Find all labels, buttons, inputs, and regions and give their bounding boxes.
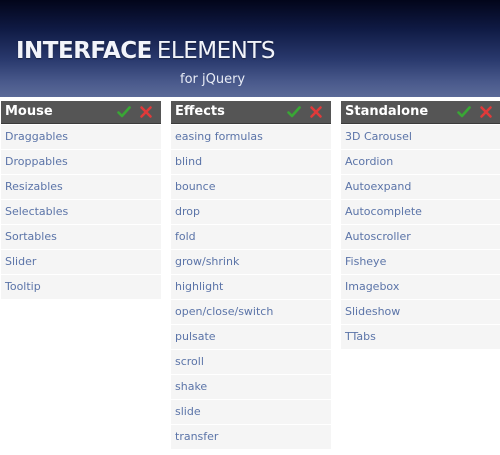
list-item[interactable]: Imagebox [341,275,500,299]
list-item[interactable]: highlight [171,275,331,299]
list-item[interactable]: blind [171,150,331,174]
list-item-label[interactable]: Imagebox [345,280,399,293]
list-item[interactable]: Autoexpand [341,175,500,199]
list-item-label[interactable]: drop [175,205,200,218]
list-item[interactable]: TTabs [341,325,500,349]
list-item-label[interactable]: scroll [175,355,204,368]
list-item[interactable]: Droppables [1,150,161,174]
panel-list: Draggables Droppables Resizables Selectable… [1,125,161,299]
title-rest: ELEMENTS [156,38,276,64]
list-item[interactable]: fold [171,225,331,249]
list-item-label[interactable]: easing formulas [175,130,263,143]
list-item-label[interactable]: fold [175,230,196,243]
panel-title: Effects [175,104,225,119]
page-subtitle: for jQuery [180,72,246,87]
list-item[interactable]: Draggables [1,125,161,149]
list-item-label[interactable]: transfer [175,430,218,443]
title-bold: INTERFACE [16,38,152,64]
list-item-label[interactable]: 3D Carousel [345,130,412,143]
panel-list: 3D Carousel Acordion Autoexpand Autocomplet… [341,125,500,349]
panel-list: easing formulas blind bounce drop fold grow/s… [171,125,331,449]
panel-title: Standalone [345,104,429,119]
list-item[interactable]: open/close/switch [171,300,331,324]
list-item[interactable]: grow/shrink [171,250,331,274]
close-icon[interactable] [479,104,493,118]
list-item-label[interactable]: Tooltip [5,280,41,293]
list-item[interactable]: Selectables [1,200,161,224]
panel-effects: Effects easing formulas blind bounce drop fol… [171,101,331,449]
panel-header: Mouse [1,101,161,124]
close-icon[interactable] [309,104,323,118]
list-item-label[interactable]: bounce [175,180,215,193]
list-item[interactable]: easing formulas [171,125,331,149]
list-item-label[interactable]: Acordion [345,155,393,168]
list-item-label[interactable]: pulsate [175,330,216,343]
panel-mouse: Mouse Draggables Droppables Resizables Selec… [1,101,161,299]
list-item[interactable]: Autocomplete [341,200,500,224]
list-item-label[interactable]: Sortables [5,230,57,243]
list-item-label[interactable]: shake [175,380,207,393]
list-item-label[interactable]: slide [175,405,201,418]
list-item-label[interactable]: Autoexpand [345,180,411,193]
list-item[interactable]: pulsate [171,325,331,349]
list-item[interactable]: bounce [171,175,331,199]
list-item[interactable]: Fisheye [341,250,500,274]
list-item-label[interactable]: blind [175,155,202,168]
list-item[interactable]: drop [171,200,331,224]
list-item[interactable]: Slideshow [341,300,500,324]
page-title: INTERFACE ELEMENTS [16,38,276,64]
page-header: INTERFACE ELEMENTS for jQuery [0,0,500,97]
list-item-label[interactable]: Fisheye [345,255,386,268]
list-item[interactable]: transfer [171,425,331,449]
check-icon[interactable] [287,104,301,118]
panel-title: Mouse [5,104,53,119]
list-item[interactable]: Sortables [1,225,161,249]
list-item-label[interactable]: Resizables [5,180,63,193]
list-item[interactable]: 3D Carousel [341,125,500,149]
close-icon[interactable] [139,104,153,118]
list-item-label[interactable]: highlight [175,280,223,293]
list-item[interactable]: Tooltip [1,275,161,299]
panel-header: Standalone [341,101,500,124]
list-item-label[interactable]: Selectables [5,205,68,218]
list-item-label[interactable]: grow/shrink [175,255,239,268]
list-item[interactable]: Resizables [1,175,161,199]
list-item-label[interactable]: Slideshow [345,305,400,318]
list-item-label[interactable]: TTabs [345,330,376,343]
list-item[interactable]: Slider [1,250,161,274]
list-item-label[interactable]: open/close/switch [175,305,273,318]
list-item[interactable]: shake [171,375,331,399]
panel-standalone: Standalone 3D Carousel Acordion Autoexpand A… [341,101,500,349]
list-item[interactable]: scroll [171,350,331,374]
list-item[interactable]: Acordion [341,150,500,174]
check-icon[interactable] [457,104,471,118]
panel-header: Effects [171,101,331,124]
list-item[interactable]: Autoscroller [341,225,500,249]
list-item-label[interactable]: Slider [5,255,36,268]
list-item-label[interactable]: Draggables [5,130,68,143]
list-item-label[interactable]: Autoscroller [345,230,411,243]
check-icon[interactable] [117,104,131,118]
list-item[interactable]: slide [171,400,331,424]
list-item-label[interactable]: Autocomplete [345,205,422,218]
list-item-label[interactable]: Droppables [5,155,68,168]
